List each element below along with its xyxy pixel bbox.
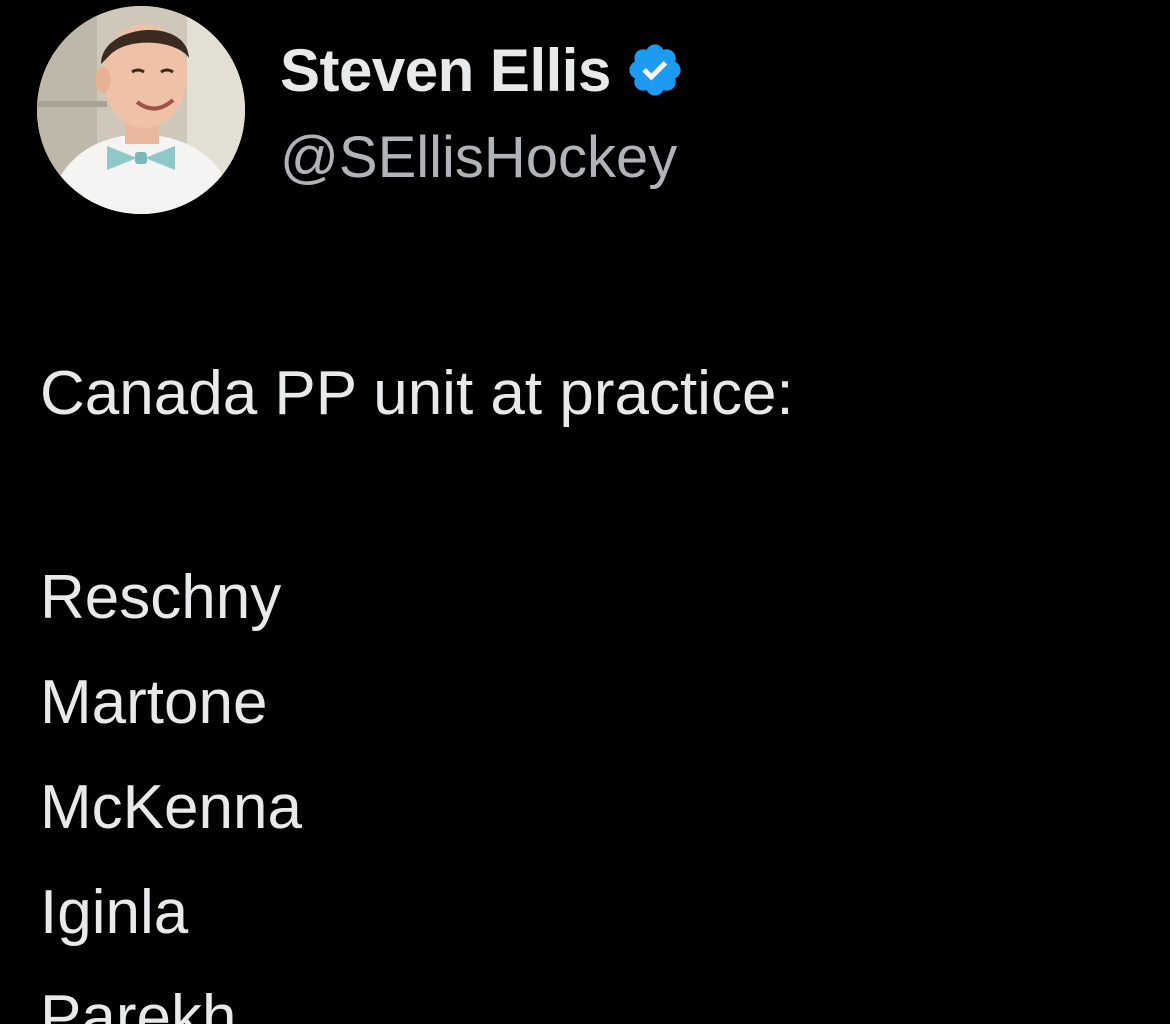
verified-badge-icon[interactable] <box>625 40 685 100</box>
tweet-intro: Canada PP unit at practice: <box>40 359 794 428</box>
tweet: Steven Ellis @SEllisHockey Canada PP uni… <box>0 0 1170 1024</box>
player-name: Martone <box>40 668 268 737</box>
author-handle[interactable]: @SEllisHockey <box>280 124 677 191</box>
avatar-photo <box>37 6 245 214</box>
player-name: McKenna <box>40 773 302 842</box>
player-name: Reschny <box>40 563 282 632</box>
avatar[interactable] <box>37 6 245 214</box>
author-display-name[interactable]: Steven Ellis <box>280 36 611 105</box>
player-list: Reschny Martone McKenna Iginla Parekh <box>40 545 302 1024</box>
player-name: Parekh <box>40 983 237 1024</box>
author-name-row: Steven Ellis <box>280 34 685 106</box>
player-name: Iginla <box>40 878 189 947</box>
